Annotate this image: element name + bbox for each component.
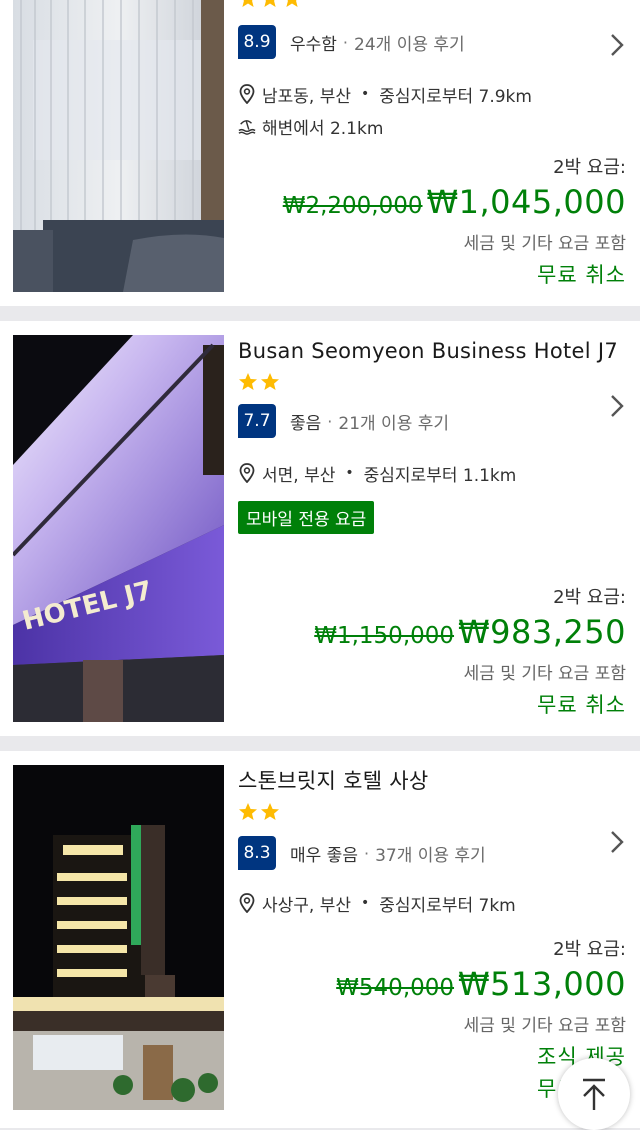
location-row: 남포동, 부산 • 중심지로부터 7.9km: [238, 78, 626, 110]
location-text[interactable]: 남포동, 부산: [262, 82, 351, 107]
hotel-name[interactable]: Busan Seomyeon Business Hotel J7: [238, 335, 626, 367]
rating-row[interactable]: 8.9 우수함 · 24개 이용 후기: [238, 24, 626, 60]
price-row: ₩540,000 ₩513,000: [336, 963, 626, 1011]
star-rating: [238, 801, 626, 823]
rating-score-badge: 8.3: [238, 836, 276, 870]
star-icon: [239, 373, 257, 390]
tax-note: 세금 및 기타 요금 포함: [463, 664, 626, 684]
rating-score-badge: 7.7: [238, 404, 276, 438]
tax-note: 세금 및 기타 요금 포함: [463, 1016, 626, 1036]
nights-label: 2박 요금:: [553, 939, 626, 960]
star-rating: [238, 0, 302, 10]
beach-distance-text: 해변에서 2.1km: [262, 118, 384, 139]
separator: ·: [342, 32, 349, 52]
price-block: 2박 요금: ₩1,150,000 ₩983,250 세금 및 기타 요금 포함 …: [314, 585, 626, 721]
price-row: ₩1,150,000 ₩983,250: [314, 611, 626, 659]
rating-row[interactable]: 8.3 매우 좋음 · 37개 이용 후기: [238, 831, 626, 871]
chevron-right-icon[interactable]: [608, 32, 626, 58]
hotel-info: 스톤브릿지 호텔 사상 8.3 매우 좋음 · 37개 이용 후기 사상구, 부…: [238, 765, 626, 919]
star-icon: [286, 0, 298, 7]
hotel-card[interactable]: HOTEL J7 Busan Seomyeon Business Hotel J…: [0, 321, 640, 736]
beach-icon: [238, 120, 256, 135]
hotel-name[interactable]: 스톤브릿지 호텔 사상: [238, 765, 626, 797]
nights-label: 2박 요금:: [553, 157, 626, 178]
price-row: ₩2,200,000 ₩1,045,000: [283, 181, 626, 229]
location-row: 사상구, 부산 • 중심지로부터 7km: [238, 887, 626, 919]
star-icon: [261, 803, 279, 820]
discounted-price: ₩983,250: [458, 613, 626, 651]
map-pin-icon: [239, 84, 255, 104]
original-price: ₩1,150,000: [314, 623, 455, 649]
arrow-up-icon: [583, 1078, 605, 1110]
location-row: 서면, 부산 • 중심지로부터 1.1km: [238, 457, 626, 489]
location-text[interactable]: 사상구, 부산: [262, 891, 351, 916]
rating-word: 좋음: [290, 413, 322, 434]
distance-text: 중심지로부터 7.9km: [379, 86, 532, 107]
star-rating: [238, 371, 626, 393]
distance-text: 중심지로부터 1.1km: [363, 465, 517, 486]
hotel-photo[interactable]: [13, 0, 224, 292]
star-icon: [261, 373, 279, 390]
discounted-price: ₩513,000: [458, 965, 626, 1003]
rating-score-badge: 8.9: [238, 25, 276, 59]
location-text[interactable]: 서면, 부산: [262, 461, 335, 486]
map-pin-icon: [239, 893, 255, 913]
hotel-info: 8.9 우수함 · 24개 이용 후기 남포동, 부산 • 중심지로부터 7.9…: [238, 0, 626, 142]
original-price: ₩540,000: [336, 975, 455, 1001]
hotel-info: Busan Seomyeon Business Hotel J7 7.7 좋음 …: [238, 335, 626, 534]
back-to-top-button[interactable]: [558, 1058, 630, 1130]
star-icon: [239, 803, 257, 820]
star-icon: [264, 0, 276, 7]
review-count[interactable]: 24개 이용 후기: [354, 30, 465, 55]
chevron-right-icon[interactable]: [608, 393, 626, 419]
free-cancellation-perk: 무료 취소: [537, 693, 626, 717]
rating-word: 매우 좋음: [290, 845, 358, 866]
dot-separator: •: [361, 86, 370, 102]
free-cancellation-perk: 무료 취소: [537, 263, 626, 287]
chevron-right-icon[interactable]: [608, 829, 626, 855]
review-count[interactable]: 37개 이용 후기: [375, 841, 486, 866]
price-block: 2박 요금: ₩2,200,000 ₩1,045,000 세금 및 기타 요금 포…: [283, 155, 626, 291]
hotel-photo[interactable]: [13, 765, 224, 1110]
beach-row: 해변에서 2.1km: [238, 110, 626, 142]
nights-label: 2박 요금:: [553, 587, 626, 608]
dot-separator: •: [361, 895, 370, 911]
star-icon: [242, 0, 254, 7]
dot-separator: •: [345, 465, 354, 481]
tax-note: 세금 및 기타 요금 포함: [463, 234, 626, 254]
rating-row[interactable]: 7.7 좋음 · 21개 이용 후기: [238, 395, 626, 439]
hotel-card[interactable]: 8.9 우수함 · 24개 이용 후기 남포동, 부산 • 중심지로부터 7.9…: [0, 0, 640, 306]
hotel-photo[interactable]: HOTEL J7: [13, 335, 224, 722]
mobile-only-rate-badge: 모바일 전용 요금: [238, 501, 375, 534]
map-pin-icon: [239, 463, 255, 483]
discounted-price: ₩1,045,000: [426, 183, 626, 221]
distance-text: 중심지로부터 7km: [379, 895, 516, 916]
review-count[interactable]: 21개 이용 후기: [338, 409, 449, 434]
original-price: ₩2,200,000: [282, 193, 423, 219]
separator: ·: [363, 843, 370, 863]
separator: ·: [327, 411, 333, 431]
rating-word: 우수함: [290, 34, 337, 55]
hotel-card[interactable]: 스톤브릿지 호텔 사상 8.3 매우 좋음 · 37개 이용 후기 사상구, 부…: [0, 751, 640, 1128]
